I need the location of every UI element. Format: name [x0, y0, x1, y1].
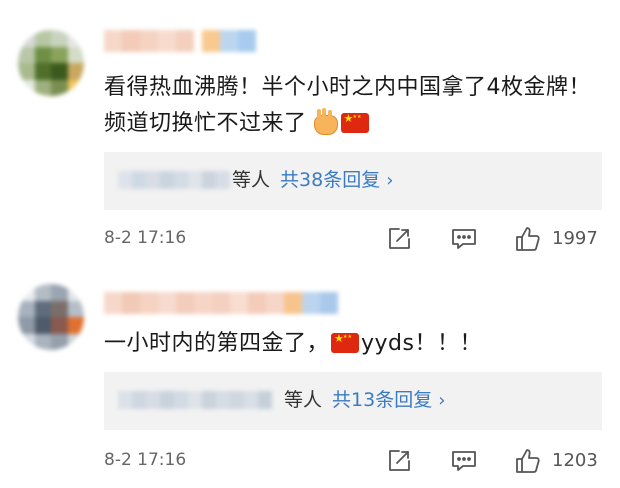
- timestamp: 8-2 17:16: [104, 450, 187, 470]
- like-button[interactable]: [513, 446, 543, 476]
- comment-text: 一小时内的第四金了， yyds！！！: [104, 326, 604, 362]
- thumbs-up-icon: [516, 449, 540, 473]
- timestamp: 8-2 17:16: [104, 228, 187, 248]
- share-button[interactable]: [384, 224, 414, 254]
- thumbs-up-icon: [516, 227, 540, 251]
- reply-suffix: 等人: [284, 389, 323, 411]
- comment-button[interactable]: [449, 224, 479, 254]
- comment-text: 看得热血沸腾！半个小时之内中国拿了4枚金牌！频道切换忙不过来了: [104, 70, 604, 142]
- like-count: 1203: [552, 450, 598, 471]
- victory-hands-emoji-icon: [311, 109, 339, 135]
- comment-button[interactable]: [449, 446, 479, 476]
- share-icon: [389, 450, 410, 471]
- username-blurred[interactable]: [104, 30, 256, 54]
- like-count: 1997: [552, 228, 598, 249]
- comment-footer: 8-2 17:16 1997: [0, 224, 620, 254]
- chevron-right-icon[interactable]: ›: [438, 390, 445, 411]
- comment-text-tail: yyds！！！: [361, 331, 482, 356]
- reply-usernames-blurred: [118, 171, 230, 189]
- reply-usernames-blurred: [118, 391, 272, 409]
- reply-count-link[interactable]: 共13条回复: [332, 389, 432, 411]
- replies-preview[interactable]: 等人 共13条回复 ›: [104, 372, 602, 430]
- reply-summary[interactable]: 等人 共38条回复 ›: [232, 166, 393, 195]
- reply-count-link[interactable]: 共38条回复: [280, 169, 380, 191]
- avatar[interactable]: [18, 30, 84, 96]
- chevron-right-icon[interactable]: ›: [386, 170, 393, 191]
- like-button[interactable]: [513, 224, 543, 254]
- replies-preview[interactable]: 等人 共38条回复 ›: [104, 152, 602, 210]
- share-icon: [389, 228, 410, 249]
- china-flag-icon: [340, 112, 369, 133]
- comment-icon: [452, 451, 476, 471]
- comment-icon: [452, 229, 476, 249]
- comment-footer: 8-2 17:16 1203: [0, 446, 620, 476]
- comment-text-content: 一小时内的第四金了，: [104, 331, 330, 356]
- share-button[interactable]: [384, 446, 414, 476]
- reply-summary[interactable]: 等人 共13条回复 ›: [284, 386, 445, 415]
- username-blurred[interactable]: [104, 292, 338, 316]
- avatar[interactable]: [18, 284, 84, 350]
- china-flag-icon: [331, 332, 360, 353]
- reply-suffix: 等人: [232, 169, 271, 191]
